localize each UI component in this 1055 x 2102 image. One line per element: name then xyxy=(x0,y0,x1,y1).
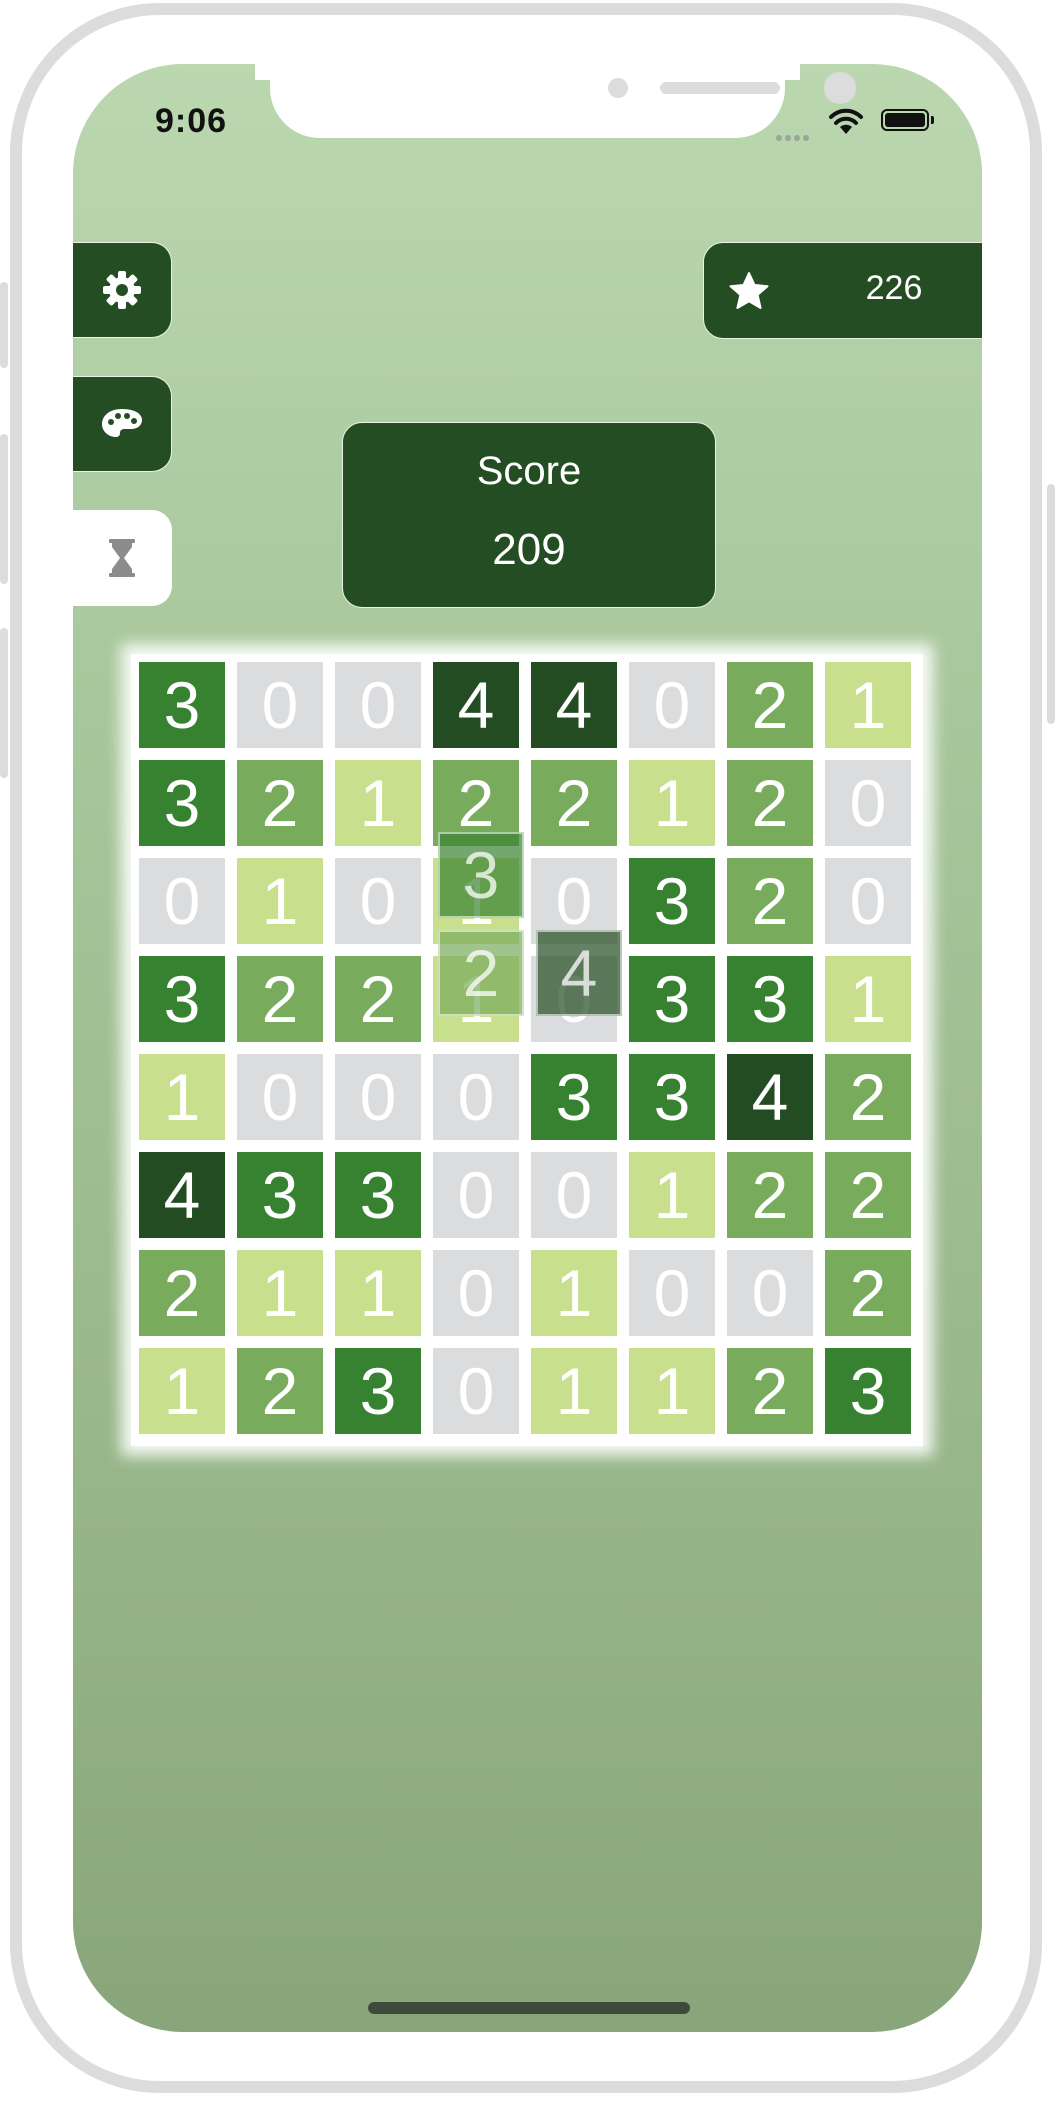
board-cell[interactable]: 1 xyxy=(629,1152,715,1238)
board-cell[interactable]: 2 xyxy=(237,956,323,1042)
device-side-button xyxy=(0,628,8,778)
board-cell[interactable]: 0 xyxy=(629,1250,715,1336)
battery-icon xyxy=(881,109,929,131)
board-cell[interactable]: 1 xyxy=(237,858,323,944)
board-cell[interactable]: 3 xyxy=(139,662,225,748)
board-cell[interactable]: 0 xyxy=(335,1054,421,1140)
cellular-signal-icon xyxy=(776,128,812,146)
board-cell[interactable]: 0 xyxy=(433,1152,519,1238)
board-cell[interactable]: 1 xyxy=(629,760,715,846)
home-indicator[interactable] xyxy=(368,2002,690,2014)
board-cell[interactable]: 3 xyxy=(629,858,715,944)
board-cell[interactable]: 2 xyxy=(727,760,813,846)
device-side-button xyxy=(1047,484,1055,724)
board-cell[interactable]: 1 xyxy=(139,1054,225,1140)
board-cell[interactable]: 3 xyxy=(825,1348,911,1434)
board-cell[interactable]: 1 xyxy=(825,956,911,1042)
board-cell[interactable]: 2 xyxy=(237,1348,323,1434)
board-cell[interactable]: 0 xyxy=(629,662,715,748)
board-cell[interactable]: 2 xyxy=(531,760,617,846)
device-side-button xyxy=(0,434,8,584)
board-cell[interactable]: 2 xyxy=(727,1152,813,1238)
drag-piece-cell[interactable]: 4 xyxy=(536,930,622,1016)
game-board[interactable]: 3004402132122120010103203221033110003342… xyxy=(131,654,923,1446)
star-icon xyxy=(729,272,769,309)
board-cell[interactable]: 3 xyxy=(237,1152,323,1238)
device-side-button xyxy=(0,282,8,368)
board-cell[interactable]: 1 xyxy=(531,1348,617,1434)
board-cell[interactable]: 3 xyxy=(629,956,715,1042)
board-cell[interactable]: 2 xyxy=(237,760,323,846)
board-cell[interactable]: 1 xyxy=(237,1250,323,1336)
board-cell[interactable]: 0 xyxy=(531,1152,617,1238)
board-cell[interactable]: 1 xyxy=(139,1348,225,1434)
board-cell[interactable]: 0 xyxy=(335,662,421,748)
board-cell[interactable]: 0 xyxy=(335,858,421,944)
board-cell[interactable]: 0 xyxy=(139,858,225,944)
drag-piece-cell[interactable]: 3 xyxy=(438,832,524,918)
stars-panel[interactable]: 226 xyxy=(703,242,982,339)
board-cell[interactable]: 1 xyxy=(531,1250,617,1336)
front-camera xyxy=(824,72,856,104)
notch-corner xyxy=(255,64,271,80)
wifi-icon xyxy=(829,108,863,134)
timed-mode-button[interactable] xyxy=(73,510,172,606)
app-screen: 9:06 226 Score 209 3 0 0 4 4 0 2 1 3 2 1… xyxy=(73,64,982,2032)
board-cell[interactable]: 0 xyxy=(727,1250,813,1336)
score-value: 209 xyxy=(492,525,566,574)
status-time: 9:06 xyxy=(155,102,228,140)
board-cell[interactable]: 2 xyxy=(825,1152,911,1238)
board-cell[interactable]: 4 xyxy=(433,662,519,748)
board-cell[interactable]: 2 xyxy=(139,1250,225,1336)
sensor xyxy=(608,78,628,98)
board-cell[interactable]: 3 xyxy=(139,956,225,1042)
board-cell[interactable]: 4 xyxy=(531,662,617,748)
board-cell[interactable]: 3 xyxy=(727,956,813,1042)
settings-button[interactable] xyxy=(73,242,172,338)
board-cell[interactable]: 3 xyxy=(629,1054,715,1140)
hourglass-icon xyxy=(109,539,135,577)
notch xyxy=(270,64,856,138)
board-cell[interactable]: 3 xyxy=(531,1054,617,1140)
board-cell[interactable]: 0 xyxy=(433,1348,519,1434)
board-cell[interactable]: 4 xyxy=(139,1152,225,1238)
board-cell[interactable]: 0 xyxy=(825,760,911,846)
notch-corner xyxy=(784,64,800,80)
board-cell[interactable]: 1 xyxy=(335,1250,421,1336)
board-cell[interactable]: 0 xyxy=(237,1054,323,1140)
stars-count: 226 xyxy=(865,269,923,307)
board-cell[interactable]: 0 xyxy=(237,662,323,748)
board-cell[interactable]: 2 xyxy=(727,662,813,748)
gear-icon xyxy=(103,271,141,309)
drag-piece-cell[interactable]: 2 xyxy=(438,930,524,1016)
board-cell[interactable]: 2 xyxy=(825,1054,911,1140)
board-cell[interactable]: 2 xyxy=(727,1348,813,1434)
board-cell[interactable]: 0 xyxy=(825,858,911,944)
board-cell[interactable]: 2 xyxy=(727,858,813,944)
score-panel: Score 209 xyxy=(342,422,716,608)
board-cell[interactable]: 3 xyxy=(335,1152,421,1238)
speaker xyxy=(660,82,780,94)
battery-tip xyxy=(931,116,934,124)
score-label: Score xyxy=(476,449,582,493)
board-cell[interactable]: 1 xyxy=(335,760,421,846)
board-cell[interactable]: 3 xyxy=(139,760,225,846)
board-cell[interactable]: 1 xyxy=(629,1348,715,1434)
board-cell[interactable]: 2 xyxy=(335,956,421,1042)
board-cell[interactable]: 1 xyxy=(825,662,911,748)
palette-icon xyxy=(102,409,142,437)
board-cell[interactable]: 4 xyxy=(727,1054,813,1140)
board-cell[interactable]: 0 xyxy=(433,1054,519,1140)
themes-button[interactable] xyxy=(73,376,172,472)
board-cell[interactable]: 2 xyxy=(825,1250,911,1336)
board-cell[interactable]: 0 xyxy=(433,1250,519,1336)
board-cell[interactable]: 3 xyxy=(335,1348,421,1434)
